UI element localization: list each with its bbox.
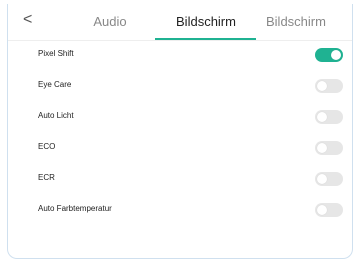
setting-row-auto-farbtemperatur: Auto Farbtemperatur (8, 195, 352, 226)
toggle-knob (331, 50, 341, 60)
toggle-knob (317, 174, 327, 184)
tab-audio[interactable]: Audio (70, 14, 150, 32)
setting-row-ecr: ECR (8, 164, 352, 195)
toggle-knob (317, 143, 327, 153)
setting-row-auto-licht: Auto Licht (8, 102, 352, 133)
setting-label: Pixel Shift (38, 49, 74, 58)
tab-bildschirm-secondary[interactable]: Bildschirm (266, 14, 352, 32)
chevron-left-icon[interactable]: < (23, 10, 37, 30)
setting-label: Auto Farbtemperatur (38, 204, 112, 213)
eco-toggle[interactable] (315, 141, 343, 155)
setting-label: Eye Care (38, 80, 72, 89)
eye-care-toggle[interactable] (315, 79, 343, 93)
setting-row-eye-care: Eye Care (8, 71, 352, 102)
tab-bildschirm[interactable]: Bildschirm (156, 14, 256, 32)
ecr-toggle[interactable] (315, 172, 343, 186)
toggle-knob (317, 112, 327, 122)
setting-label: Auto Licht (38, 111, 74, 120)
setting-row-pixel-shift: Pixel Shift (8, 40, 352, 71)
settings-list: Pixel Shift Eye Care Auto Licht ECO ECR … (8, 40, 352, 226)
tab-bar: < Audio Bildschirm Bildschirm (8, 4, 352, 41)
settings-panel: < Audio Bildschirm Bildschirm Pixel Shif… (7, 4, 353, 259)
auto-farbtemperatur-toggle[interactable] (315, 203, 343, 217)
setting-label: ECR (38, 173, 55, 182)
setting-row-eco: ECO (8, 133, 352, 164)
pixel-shift-toggle[interactable] (315, 48, 343, 62)
setting-label: ECO (38, 142, 56, 151)
auto-licht-toggle[interactable] (315, 110, 343, 124)
toggle-knob (317, 81, 327, 91)
toggle-knob (317, 205, 327, 215)
